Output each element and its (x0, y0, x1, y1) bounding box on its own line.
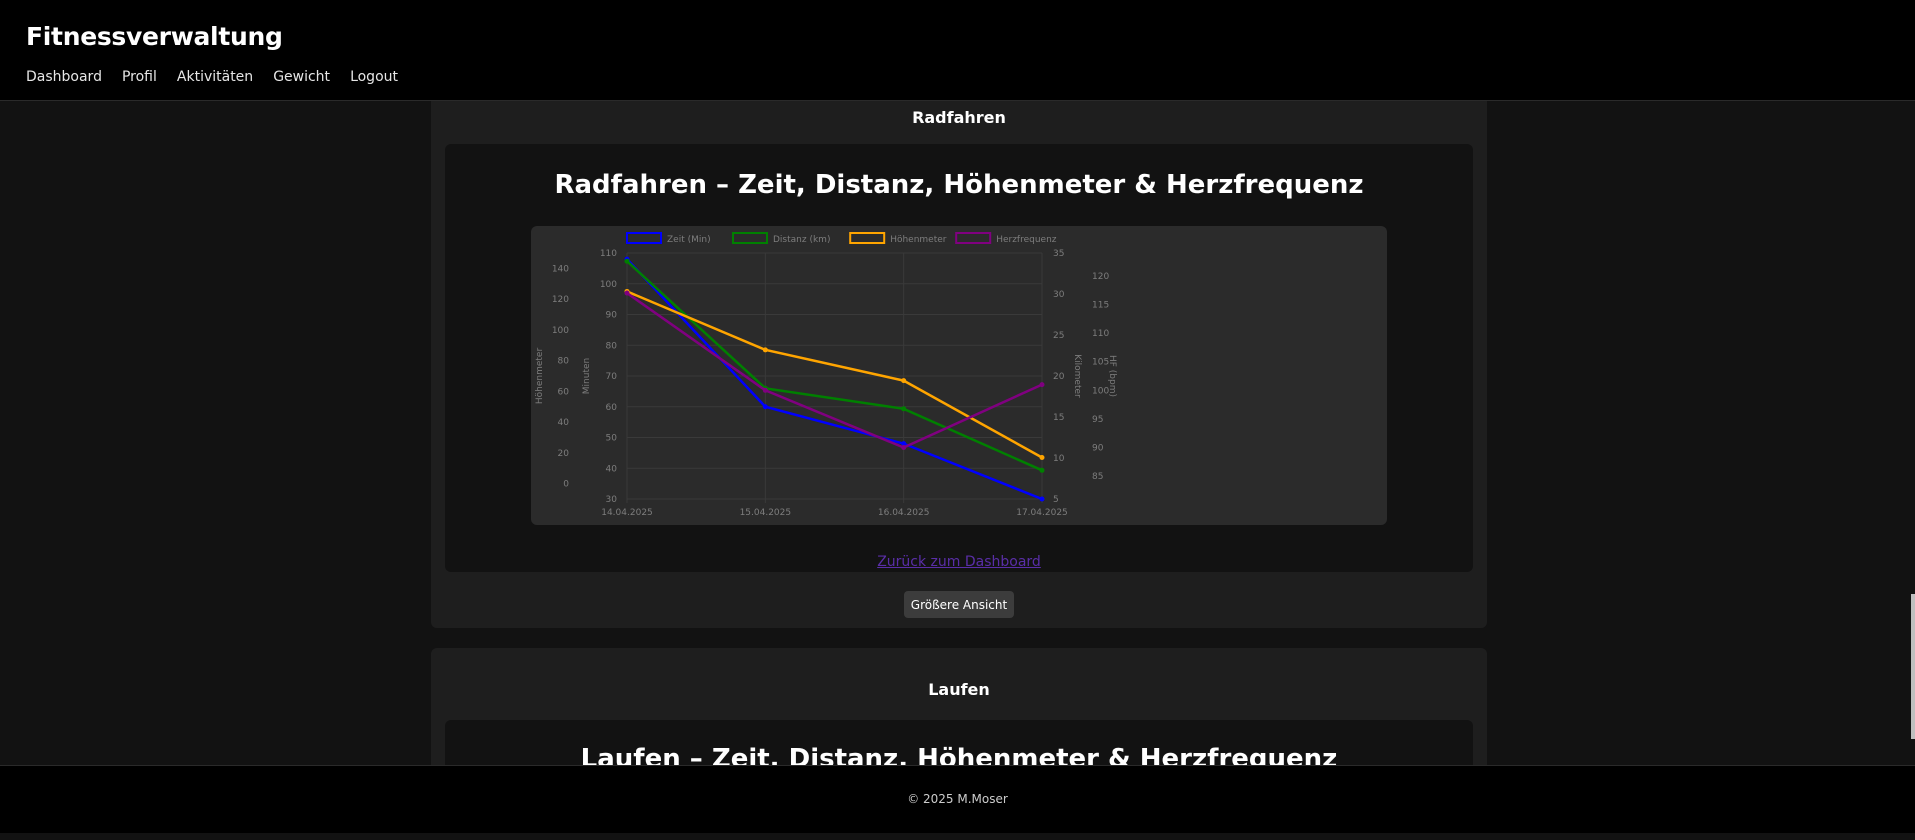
bigger-view-button[interactable]: Größere Ansicht (904, 591, 1014, 618)
legend-label: Zeit (Min) (667, 235, 711, 245)
data-point (762, 347, 768, 353)
data-point (1039, 496, 1045, 502)
app-title: Fitnessverwaltung (26, 22, 283, 51)
nav-aktivitaeten[interactable]: Aktivitäten (177, 69, 253, 85)
x-tick-label: 17.04.2025 (1016, 508, 1068, 518)
footer-copyright: © 2025 M.Moser (907, 792, 1008, 806)
axis-tick-label-km: 15 (1053, 413, 1064, 423)
nav-gewicht[interactable]: Gewicht (273, 69, 330, 85)
page-scrollbar[interactable] (1911, 594, 1915, 739)
axis-tick-label-hf: 100 (1092, 386, 1109, 396)
axis-tick-label-km: 5 (1053, 495, 1059, 505)
page-footer: © 2025 M.Moser (0, 765, 1915, 833)
cycling-card: Radfahren Radfahren – Zeit, Distanz, Höh… (431, 80, 1487, 628)
top-header: Fitnessverwaltung Dashboard Profil Aktiv… (0, 0, 1915, 101)
legend-swatch (849, 232, 886, 244)
data-point (1039, 467, 1045, 473)
axis-tick-label-hm: 120 (552, 295, 569, 305)
data-point (624, 258, 630, 264)
x-tick-label: 14.04.2025 (601, 508, 653, 518)
x-tick-label: 15.04.2025 (740, 508, 792, 518)
data-point (901, 378, 907, 384)
nav-dashboard[interactable]: Dashboard (26, 69, 102, 85)
running-section-title: Laufen (928, 680, 990, 699)
legend-label: Herzfrequenz (996, 235, 1057, 245)
axis-tick-label-hm: 60 (558, 387, 570, 397)
data-point (1039, 382, 1045, 388)
axis-tick-label-min: 40 (606, 464, 618, 474)
axis-tick-label-hm: 80 (558, 357, 570, 367)
axis-tick-label-hf: 105 (1092, 358, 1109, 368)
legend-swatch (955, 232, 992, 244)
axis-tick-label-km: 35 (1053, 249, 1064, 259)
axis-tick-label-min: 70 (606, 372, 618, 382)
axis-tick-label-hf: 95 (1092, 415, 1103, 425)
axis-tick-label-min: 90 (606, 311, 618, 321)
cycling-chart: 0 20 40 60 80 100 120 140 30 40 50 60 70 80 90 100 110 5 1… (531, 226, 1387, 525)
axis-tick-label-hf: 85 (1092, 472, 1103, 482)
axis-tick-label-km: 30 (1053, 290, 1065, 300)
axis-tick-label-km: 25 (1053, 331, 1064, 341)
axis-tick-label-min: 50 (606, 434, 618, 444)
axis-title-hf: HF (bpm) (1107, 355, 1117, 397)
nav-logout[interactable]: Logout (350, 69, 398, 85)
axis-tick-label-min: 110 (600, 249, 617, 259)
axis-tick-label-hm: 20 (558, 449, 570, 459)
axis-tick-label-min: 30 (606, 495, 618, 505)
cycling-section-title: Radfahren (912, 108, 1006, 127)
axis-tick-label-hf: 120 (1092, 272, 1109, 282)
cycling-chart-panel: Radfahren – Zeit, Distanz, Höhenmeter & … (445, 144, 1473, 572)
axis-tick-label-hm: 0 (563, 480, 569, 490)
cycling-chart-heading: Radfahren – Zeit, Distanz, Höhenmeter & … (554, 170, 1364, 200)
axis-title-hm: Höhenmeter (535, 348, 545, 405)
cycling-chart-svg: 0 20 40 60 80 100 120 140 30 40 50 60 70 80 90 100 110 5 1… (535, 232, 1117, 518)
legend-label: Höhenmeter (890, 235, 947, 245)
axis-tick-label-min: 60 (606, 403, 618, 413)
series-line-0 (626, 258, 1043, 501)
data-point (624, 290, 630, 296)
axis-tick-label-hf: 110 (1092, 329, 1109, 339)
axis-tick-label-hm: 40 (558, 418, 570, 428)
data-point (901, 406, 907, 412)
data-point (1039, 454, 1045, 460)
legend-label: Distanz (km) (773, 235, 830, 245)
data-point (762, 404, 768, 410)
axis-tick-label-km: 20 (1053, 372, 1065, 382)
series-line-2 (626, 290, 1043, 459)
nav-profil[interactable]: Profil (122, 69, 157, 85)
axis-tick-label-min: 100 (600, 280, 617, 290)
back-to-dashboard-link[interactable]: Zurück zum Dashboard (445, 554, 1473, 570)
legend-swatch (626, 232, 662, 244)
main-nav: Dashboard Profil Aktivitäten Gewicht Log… (26, 69, 398, 85)
x-tick-label: 16.04.2025 (878, 508, 930, 518)
legend-swatch (732, 232, 768, 244)
axis-tick-label-hf: 90 (1092, 444, 1104, 454)
axis-tick-label-hm: 140 (552, 264, 569, 274)
axis-title-min: Minuten (582, 358, 592, 394)
axis-tick-label-hm: 100 (552, 326, 569, 336)
data-point (901, 445, 907, 451)
axis-title-km: Kilometer (1072, 354, 1082, 398)
axis-tick-label-hf: 115 (1092, 300, 1109, 310)
axis-tick-label-min: 80 (606, 341, 618, 351)
axis-tick-label-km: 10 (1053, 454, 1065, 464)
data-point (762, 387, 768, 393)
